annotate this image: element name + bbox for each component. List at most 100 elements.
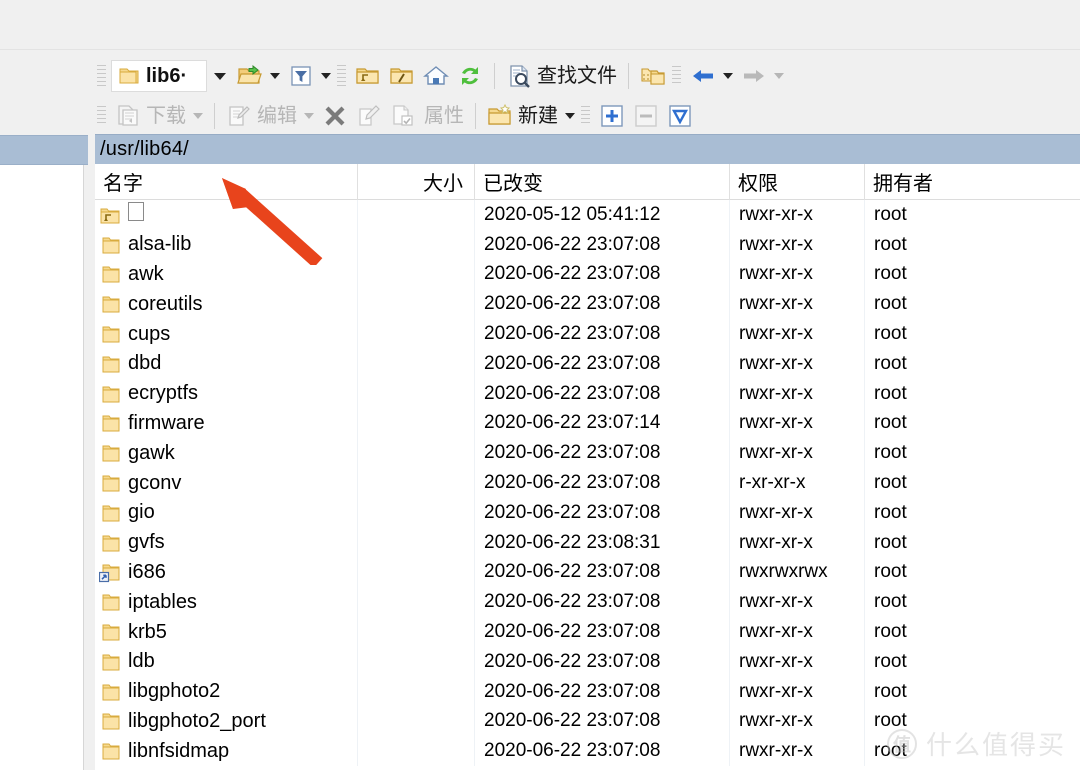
toolbar-grip-3-icon[interactable] xyxy=(672,66,681,86)
table-row[interactable]: firmware 2020-06-22 23:07:14 rwxr-xr-x root xyxy=(95,408,1080,439)
file-name-cell[interactable]: libgphoto2 xyxy=(95,676,358,707)
file-name-cell[interactable] xyxy=(95,200,358,230)
file-name-cell[interactable]: krb5 xyxy=(95,617,358,647)
table-row[interactable]: ldb 2020-06-22 23:07:08 rwxr-xr-x root xyxy=(95,646,1080,677)
select-remove-button[interactable] xyxy=(629,100,663,132)
file-name-cell[interactable]: ecryptfs xyxy=(95,378,358,409)
file-perms-cell: rwxr-xr-x xyxy=(730,259,865,290)
home-icon xyxy=(423,63,449,89)
file-name-label: gconv xyxy=(128,471,182,494)
download-chevron-down-icon[interactable] xyxy=(193,112,203,119)
file-name-cell[interactable]: gio xyxy=(95,497,358,528)
toolbar-grip-2-icon[interactable] xyxy=(337,65,346,87)
file-name-cell[interactable]: libnfsidmap xyxy=(95,736,358,767)
table-row[interactable]: libgphoto2 2020-06-22 23:07:08 rwxr-xr-x ro… xyxy=(95,676,1080,707)
column-header-owner[interactable]: 拥有者 xyxy=(865,164,1080,200)
table-row[interactable]: alsa-lib 2020-06-22 23:07:08 rwxr-xr-x root xyxy=(95,229,1080,260)
file-size-cell xyxy=(358,438,475,469)
column-header-name[interactable]: 名字 xyxy=(95,164,358,200)
download-button[interactable]: 下载 xyxy=(111,100,190,132)
file-perms-cell: rwxr-xr-x xyxy=(730,587,865,618)
file-name-cell[interactable]: iptables xyxy=(95,587,358,618)
forward-button[interactable] xyxy=(737,60,771,92)
file-owner-cell: root xyxy=(874,472,907,494)
file-name-cell[interactable]: gconv xyxy=(95,468,358,498)
folder-icon xyxy=(99,353,121,375)
filter-chevron-down-icon[interactable] xyxy=(321,73,331,79)
back-button[interactable] xyxy=(686,60,720,92)
compare-folders-button[interactable] xyxy=(636,60,670,92)
table-row[interactable]: ecryptfs 2020-06-22 23:07:08 rwxr-xr-x root xyxy=(95,378,1080,409)
left-pane-file-list[interactable] xyxy=(0,165,84,770)
table-row[interactable]: iptables 2020-06-22 23:07:08 rwxr-xr-x root xyxy=(95,587,1080,618)
table-row[interactable]: gawk 2020-06-22 23:07:08 rwxr-xr-x root xyxy=(95,438,1080,469)
open-folder-button[interactable] xyxy=(233,60,267,92)
file-name-cell[interactable]: coreutils xyxy=(95,289,358,320)
file-name-cell[interactable]: gawk xyxy=(95,438,358,469)
filter-button[interactable] xyxy=(284,60,318,92)
back-chevron-down-icon[interactable] xyxy=(723,73,733,79)
file-list[interactable]: 名字 大小 已改变 权限 拥有者 2020-05-12 05:41:12 rwxr… xyxy=(95,164,1080,770)
current-folder-combo[interactable]: lib6· xyxy=(111,60,207,92)
file-name-cell[interactable]: awk xyxy=(95,259,358,290)
file-owner-cell: root xyxy=(874,591,907,613)
file-name-cell[interactable]: dbd xyxy=(95,348,358,379)
left-pane-path-bar[interactable] xyxy=(0,135,88,165)
file-changed-cell: 2020-06-22 23:07:08 xyxy=(475,706,730,737)
file-name-label: awk xyxy=(128,262,164,285)
file-name-cell[interactable]: ldb xyxy=(95,646,358,677)
table-row[interactable]: gconv 2020-06-22 23:07:08 r-xr-xr-x root xyxy=(95,468,1080,498)
forward-chevron-down-icon[interactable] xyxy=(774,73,784,79)
new-button[interactable]: 新建 xyxy=(483,100,562,132)
column-header-changed[interactable]: 已改变 xyxy=(475,164,730,200)
table-row[interactable]: gio 2020-06-22 23:07:08 rwxr-xr-x root xyxy=(95,497,1080,528)
table-row[interactable]: libgphoto2_port 2020-06-22 23:07:08 rwxr-x… xyxy=(95,706,1080,737)
file-changed-cell: 2020-06-22 23:07:08 xyxy=(475,646,730,677)
folder-root-button[interactable] xyxy=(385,60,419,92)
table-row[interactable]: libnfsidmap 2020-06-22 23:07:08 rwxr-xr-x r… xyxy=(95,736,1080,767)
file-name-cell[interactable]: firmware xyxy=(95,408,358,439)
file-changed-cell: 2020-05-12 05:41:12 xyxy=(475,200,730,230)
table-row[interactable]: 2020-05-12 05:41:12 rwxr-xr-x root xyxy=(95,200,1080,230)
file-size-cell xyxy=(358,259,475,290)
home-button[interactable] xyxy=(419,60,453,92)
edit-button[interactable]: 编辑 xyxy=(222,100,301,132)
file-name-cell[interactable]: gvfs xyxy=(95,527,358,558)
file-name-cell[interactable]: i686 xyxy=(95,557,358,588)
table-row[interactable]: gvfs 2020-06-22 23:08:31 rwxr-xr-x root xyxy=(95,527,1080,558)
delete-button[interactable] xyxy=(318,100,352,132)
table-row[interactable]: coreutils 2020-06-22 23:07:08 rwxr-xr-x roo… xyxy=(95,289,1080,320)
table-row[interactable]: cups 2020-06-22 23:07:08 rwxr-xr-x root xyxy=(95,319,1080,349)
table-row[interactable]: dbd 2020-06-22 23:07:08 rwxr-xr-x root xyxy=(95,348,1080,379)
open-folder-chevron-down-icon[interactable] xyxy=(270,73,280,79)
table-row[interactable]: awk 2020-06-22 23:07:08 rwxr-xr-x root xyxy=(95,259,1080,290)
file-list-body: 2020-05-12 05:41:12 rwxr-xr-x root alsa-lib… xyxy=(95,200,1080,767)
refresh-button[interactable] xyxy=(453,60,487,92)
select-invert-button[interactable] xyxy=(663,100,697,132)
file-name-cell[interactable]: libgphoto2_port xyxy=(95,706,358,737)
folder-combo-chevron-down-icon[interactable] xyxy=(214,72,226,80)
properties-button[interactable]: 属性 xyxy=(420,100,468,132)
toolbar-grip-icon[interactable] xyxy=(97,65,106,87)
file-name-label: ecryptfs xyxy=(128,382,199,405)
toolbar2-grip-2-icon[interactable] xyxy=(581,105,590,126)
new-chevron-down-icon[interactable] xyxy=(565,112,575,119)
rename-button[interactable] xyxy=(352,100,386,132)
find-files-button[interactable]: 查找文件 xyxy=(502,60,621,92)
file-owner-cell: root xyxy=(874,323,907,345)
file-owner-cell: root xyxy=(874,710,907,732)
file-name-cell[interactable]: alsa-lib xyxy=(95,229,358,260)
file-name-cell[interactable]: cups xyxy=(95,319,358,349)
file-changed-cell: 2020-06-22 23:07:08 xyxy=(475,676,730,707)
table-row[interactable]: i686 2020-06-22 23:07:08 rwxrwxrwx root xyxy=(95,557,1080,588)
edit-chevron-down-icon[interactable] xyxy=(304,112,314,119)
toolbar2-grip-icon[interactable] xyxy=(97,105,106,126)
column-header-perms[interactable]: 权限 xyxy=(730,164,865,200)
select-add-button[interactable] xyxy=(595,100,629,132)
folder-up-button[interactable] xyxy=(351,60,385,92)
column-header-size[interactable]: 大小 xyxy=(358,164,475,200)
file-changed-cell: 2020-06-22 23:07:08 xyxy=(475,378,730,409)
table-row[interactable]: krb5 2020-06-22 23:07:08 rwxr-xr-x root xyxy=(95,617,1080,647)
copy-button[interactable] xyxy=(386,100,420,132)
path-bar[interactable]: /usr/lib64/ xyxy=(95,134,1080,164)
